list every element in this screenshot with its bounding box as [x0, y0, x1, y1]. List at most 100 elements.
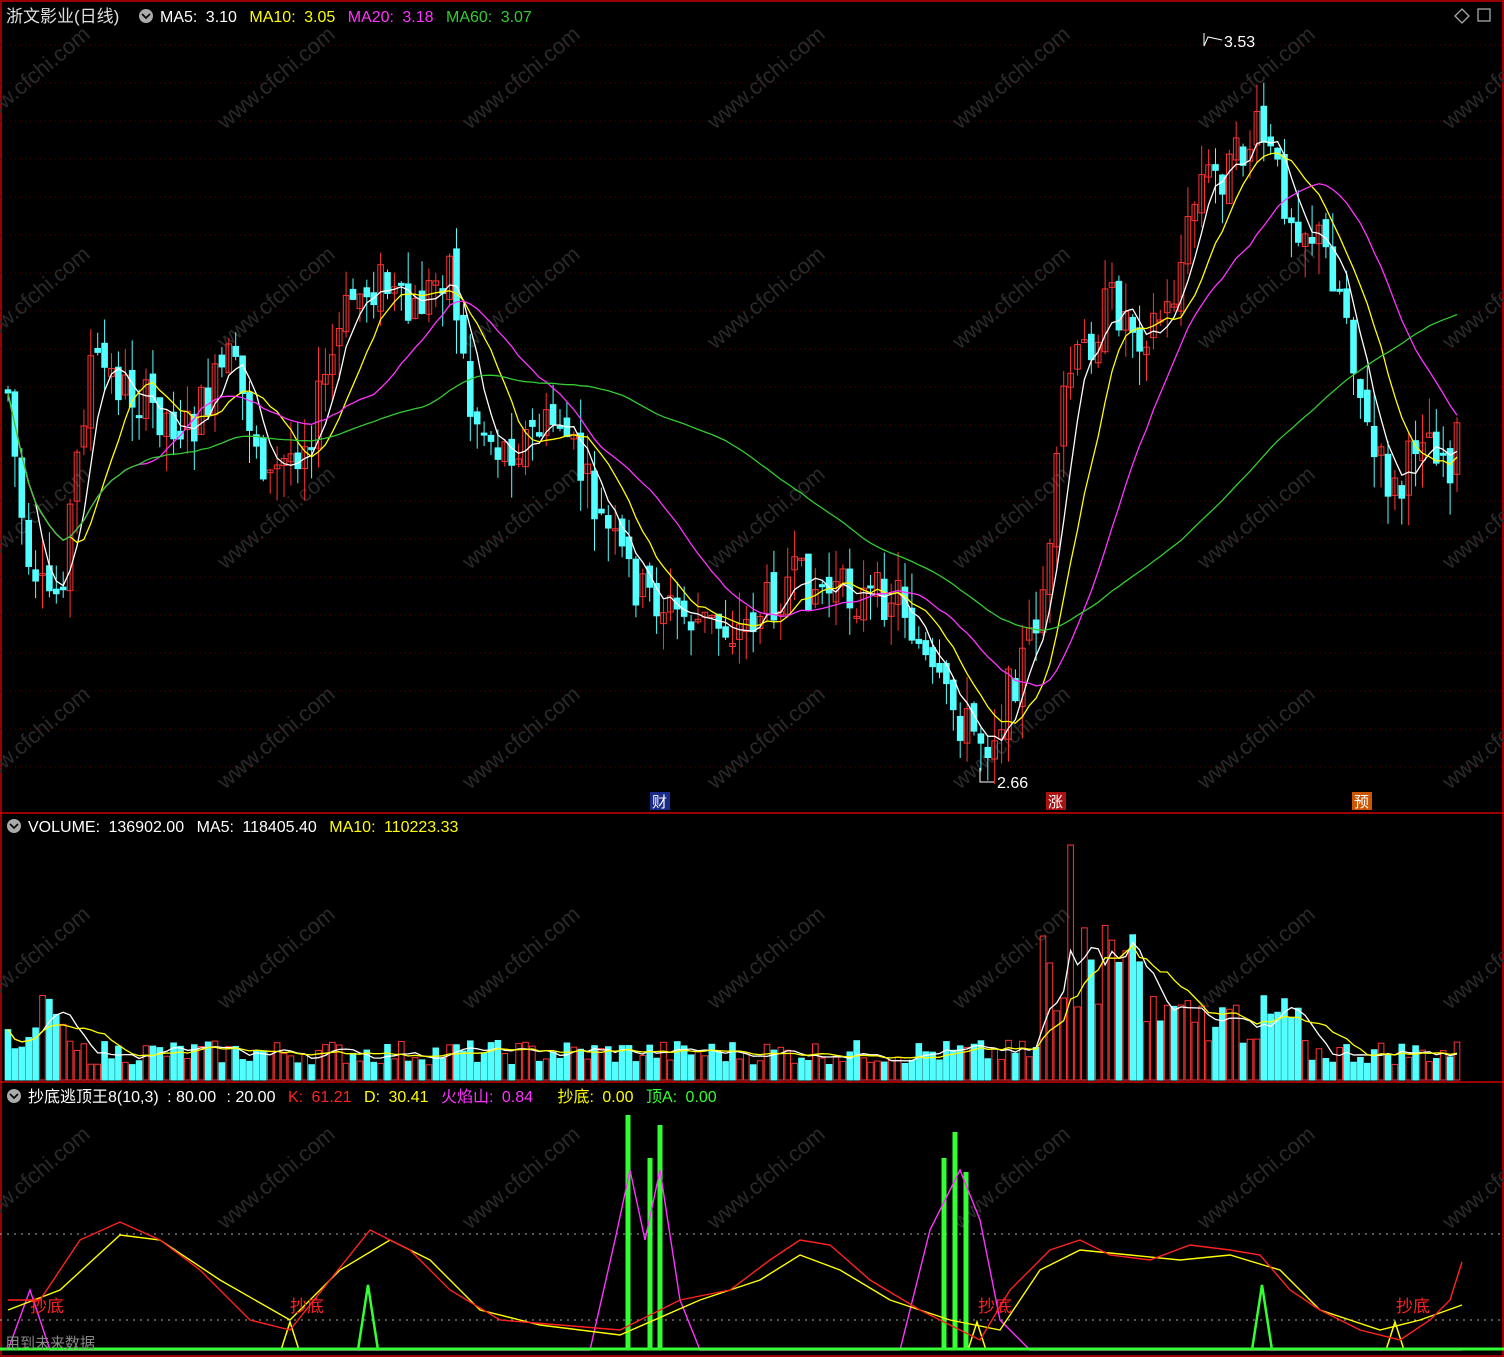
volume-bar [832, 1056, 840, 1081]
indicator-spikes [280, 1115, 1405, 1351]
volume-bar [1046, 962, 1054, 1081]
restore-icon[interactable] [1477, 8, 1491, 22]
candle-body [135, 415, 143, 419]
volume-bar [756, 1060, 764, 1081]
volume-bar [1253, 1038, 1261, 1081]
volume-bar [1184, 1000, 1192, 1081]
volume-bar [101, 1041, 108, 1081]
volume-bar [639, 1054, 647, 1081]
volume-bar [715, 1051, 723, 1081]
diamond-icon[interactable] [1454, 8, 1470, 24]
volume-bar [232, 1045, 239, 1081]
volume-bar [1060, 997, 1068, 1081]
badge-zhang[interactable]: 涨 [1046, 792, 1066, 811]
top-signal-bar [625, 1115, 631, 1350]
candle-body [977, 733, 985, 744]
watermark-text: www.cfchi.com [456, 241, 584, 354]
volume-bar [94, 1063, 102, 1081]
watermark-text: www.cfchi.com [0, 901, 95, 1014]
badge-cai[interactable]: 财 [650, 792, 670, 811]
k-value: 61.21 [312, 1089, 352, 1106]
watermark-text: www.cfchi.com [211, 461, 339, 574]
candle-body [818, 584, 826, 588]
volume-bar [936, 1059, 943, 1081]
volume-bar [1343, 1044, 1350, 1081]
candle-body [4, 389, 12, 394]
fire-value: 0.84 [502, 1089, 533, 1106]
volume-bar [598, 1047, 605, 1081]
volume-bar [853, 1040, 861, 1081]
volume-bar [135, 1060, 143, 1081]
candle-body [1329, 246, 1337, 292]
volume-ma10-label: MA10: [329, 819, 375, 836]
volume-bar [246, 1060, 253, 1081]
candle-body [494, 447, 502, 460]
candle-body [308, 447, 315, 451]
volume-bar [825, 1064, 833, 1081]
candle-body [460, 314, 467, 354]
volume-bar [287, 1055, 295, 1081]
volume-bar [301, 1054, 308, 1081]
candle-body [156, 397, 164, 436]
volume-ma5-label: MA5: [197, 819, 234, 836]
volume-bar [818, 1057, 826, 1081]
ma20-value: 3.18 [402, 9, 433, 26]
volume-bar [1329, 1061, 1337, 1081]
volume-bar [1039, 935, 1047, 1081]
candle-body [18, 457, 26, 518]
volume-bar [128, 1064, 136, 1081]
watermark-text: www.cfchi.com [946, 21, 1074, 134]
volume-bar [1115, 961, 1123, 1081]
top-value: 0.00 [686, 1089, 717, 1106]
volume-bar [1419, 1049, 1426, 1081]
collapse-icon[interactable] [139, 9, 153, 23]
watermark-text: www.cfchi.com [0, 241, 95, 354]
svg-text:VOLUME: 136902.00: VOLUME: 136902.00 MA5: 118405.40 MA10: 1… [28, 819, 459, 836]
bottom-signals: 抄底 抄底 抄底 抄底 [30, 1297, 1430, 1316]
volume-bar [80, 1043, 88, 1081]
candle-body [929, 647, 936, 668]
volume-bar [1288, 1016, 1295, 1081]
volume-bar [1122, 950, 1130, 1081]
indicator-collapse-icon[interactable] [7, 1089, 21, 1103]
volume-bar [929, 1051, 936, 1081]
ma5-value: 3.10 [206, 9, 237, 26]
watermark-text: www.cfchi.com [1436, 1121, 1504, 1234]
high-marker: 3.53 [1203, 33, 1255, 51]
watermark-text: www.cfchi.com [456, 681, 584, 794]
candle-body [936, 662, 943, 673]
watermark-text: www.cfchi.com [1436, 241, 1504, 354]
volume-collapse-icon[interactable] [7, 819, 21, 833]
watermark-text: www.cfchi.com [1436, 21, 1504, 134]
candle-body [1288, 217, 1295, 224]
volume-bar [1412, 1045, 1419, 1081]
volume-bar [784, 1049, 792, 1081]
volume-bar [460, 1050, 467, 1081]
watermark-text: www.cfchi.com [1436, 461, 1504, 574]
volume-bar [11, 1048, 19, 1081]
volume-bar [1074, 1006, 1081, 1081]
k-line [8, 1221, 1463, 1341]
volume-bar [404, 1060, 412, 1081]
watermark-text: www.cfchi.com [0, 1121, 95, 1234]
volume-bar [881, 1061, 888, 1081]
volume-bar [349, 1052, 357, 1081]
volume-bar [1439, 1050, 1447, 1081]
fire-label: 火焰山: [441, 1088, 493, 1106]
volume-bar [1012, 1052, 1019, 1081]
watermark-text: www.cfchi.com [1191, 21, 1319, 134]
volume-bar [991, 1048, 999, 1081]
volume-bar [1094, 1003, 1102, 1081]
volume-bar [749, 1064, 757, 1081]
volume-bar [53, 1013, 60, 1081]
watermark-text: www.cfchi.com [456, 461, 584, 574]
volume-bar [577, 1048, 585, 1081]
volume-bar [1350, 1061, 1357, 1081]
volume-bar [473, 1061, 481, 1081]
volume-bar [1370, 1049, 1378, 1081]
low-price-label: 2.66 [997, 775, 1028, 792]
badge-yu[interactable]: 预 [1352, 792, 1372, 811]
volume-bar [984, 1058, 992, 1081]
candle-body [480, 432, 488, 436]
candle-body [1295, 221, 1302, 243]
